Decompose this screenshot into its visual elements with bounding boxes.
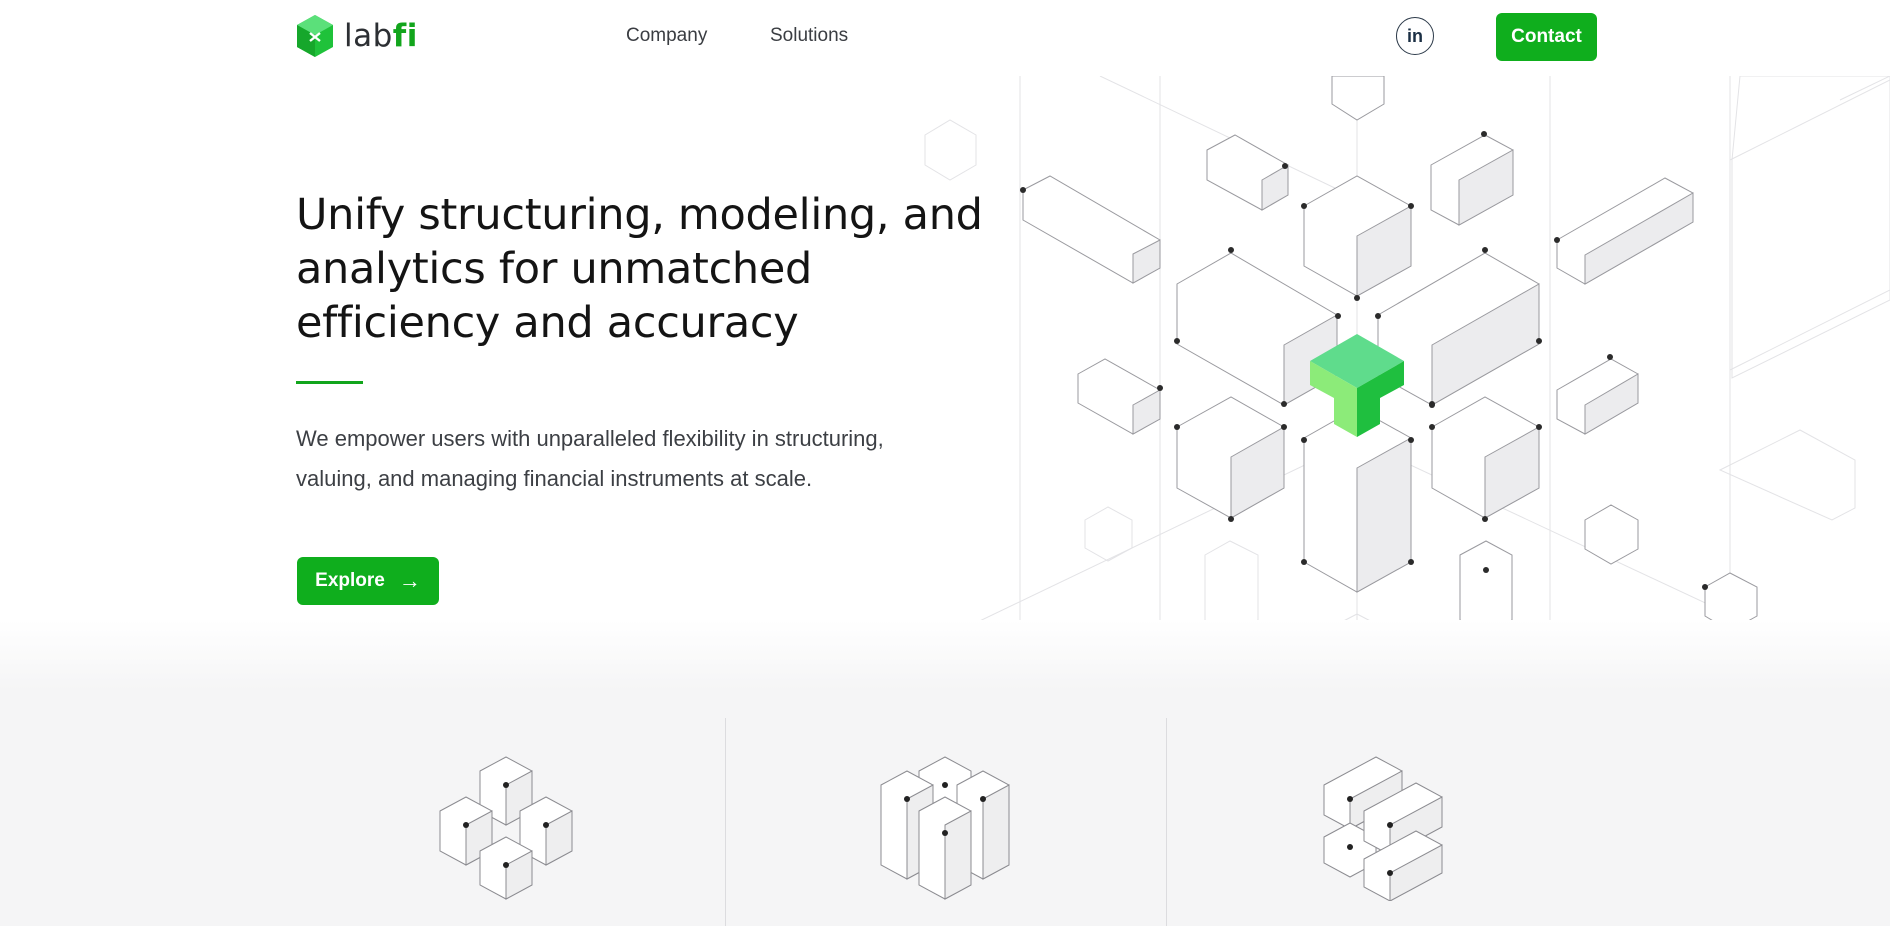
brand-logo[interactable]: labfi	[296, 14, 418, 58]
isometric-cubes-illustration	[924, 76, 1890, 696]
linkedin-button[interactable]: in	[1396, 17, 1434, 55]
logo-wordmark: labfi	[344, 18, 418, 54]
cube-columns-icon	[880, 756, 1010, 900]
column-divider	[1166, 718, 1167, 926]
nav-company[interactable]: Company	[626, 25, 707, 47]
cube-stack-icon	[1323, 756, 1443, 901]
site-header: labfi Company Solutions in Contact	[0, 0, 1890, 76]
logo-text-accent: fi	[392, 18, 418, 54]
linkedin-icon: in	[1407, 25, 1423, 46]
cube-cluster-icon	[439, 756, 573, 900]
contact-button[interactable]: Contact	[1496, 13, 1597, 61]
logo-text-prefix: lab	[344, 18, 393, 54]
explore-button[interactable]: Explore →	[297, 557, 439, 605]
cube-hex-logo-icon	[297, 15, 333, 57]
hero-description: We empower users with unparalleled flexi…	[296, 426, 884, 491]
title-accent-divider	[296, 381, 363, 384]
arrow-right-icon: →	[398, 568, 421, 593]
nav-solutions[interactable]: Solutions	[770, 25, 848, 47]
hero-title: Unify structuring, modeling, and analyti…	[296, 190, 983, 348]
explore-label: Explore	[315, 570, 385, 591]
column-divider	[725, 718, 726, 926]
